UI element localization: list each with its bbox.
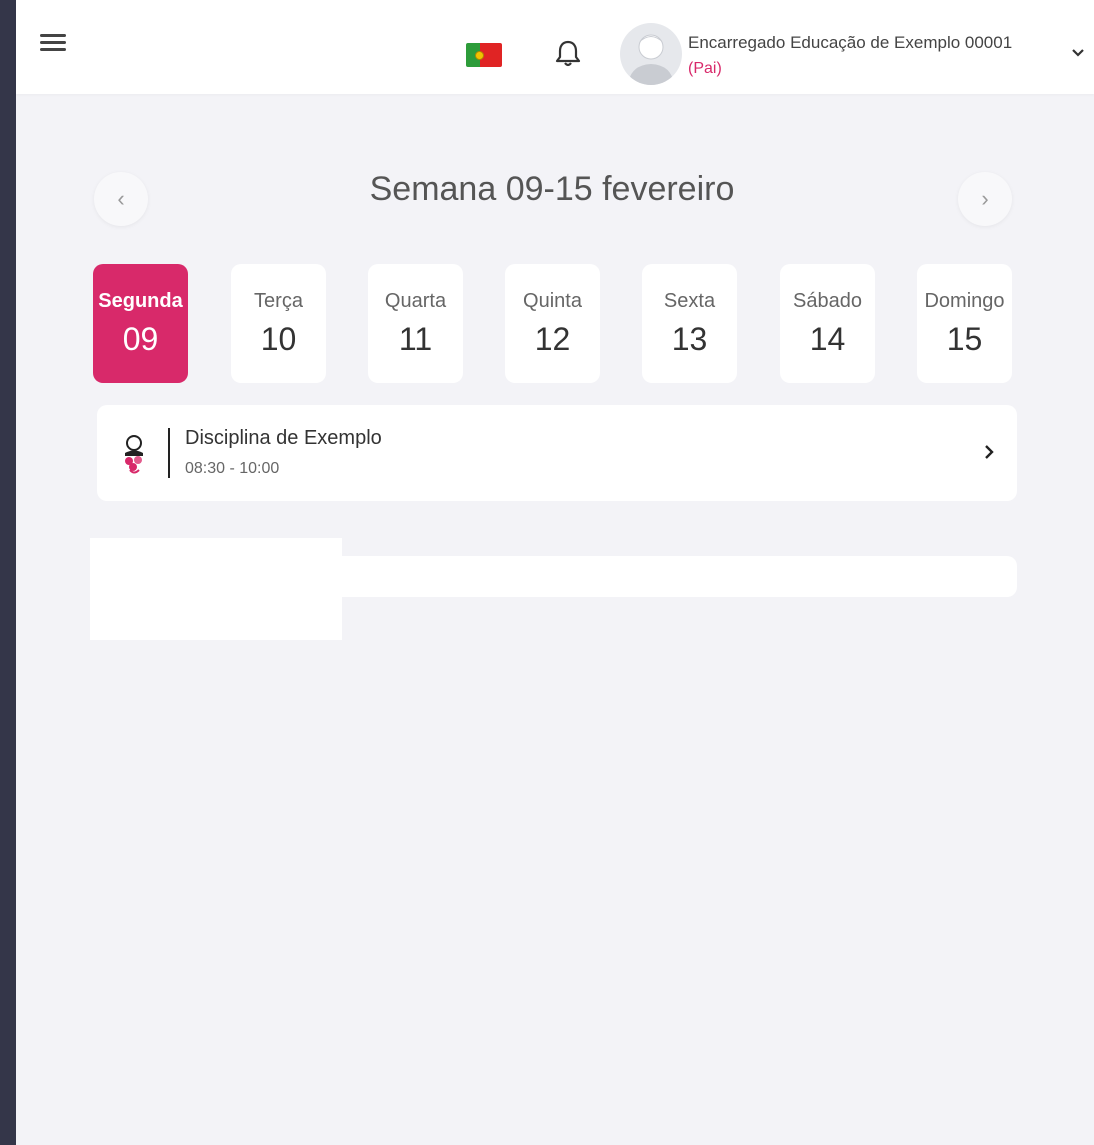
day-name: Sábado <box>793 290 862 312</box>
day-sexta[interactable]: Sexta 13 <box>642 264 737 383</box>
placeholder-block <box>90 538 342 640</box>
day-name: Quinta <box>523 290 582 312</box>
day-date: 09 <box>122 321 159 357</box>
chevron-down-icon[interactable] <box>1070 46 1086 58</box>
day-name: Sexta <box>663 290 716 312</box>
placeholder-bar <box>340 556 1017 597</box>
day-name: Segunda <box>98 290 183 312</box>
user-avatar-icon[interactable] <box>620 23 682 85</box>
user-name[interactable]: Encarregado Educação de Exemplo 00001 <box>688 33 1012 53</box>
lesson-card[interactable]: Disciplina de Exemplo 08:30 - 10:00 <box>97 405 1017 501</box>
day-segunda[interactable]: Segunda 09 <box>93 264 188 383</box>
day-sabado[interactable]: Sábado 14 <box>780 264 875 383</box>
lesson-time: 08:30 - 10:00 <box>185 460 280 477</box>
day-name: Domingo <box>924 290 1005 312</box>
lesson-title: Disciplina de Exemplo <box>185 427 382 449</box>
day-quinta[interactable]: Quinta 12 <box>505 264 600 383</box>
day-name: Quarta <box>384 290 447 312</box>
chevron-right-icon[interactable] <box>983 443 995 461</box>
day-name: Terça <box>254 290 303 312</box>
day-date: 15 <box>946 321 983 357</box>
day-domingo[interactable]: Domingo 15 <box>917 264 1012 383</box>
hamburger-icon[interactable] <box>40 34 66 56</box>
portugal-flag-icon[interactable] <box>466 43 502 67</box>
day-quarta[interactable]: Quarta 11 <box>368 264 463 383</box>
day-date: 12 <box>534 321 571 357</box>
user-role: (Pai) <box>688 60 722 77</box>
sidebar-strip <box>0 0 16 1145</box>
top-bar: Encarregado Educação de Exemplo 00001 (P… <box>16 0 1094 94</box>
prev-week-button[interactable]: ‹ <box>94 172 148 226</box>
teacher-icon <box>119 429 149 477</box>
day-date: 13 <box>671 321 708 357</box>
next-week-button[interactable]: › <box>958 172 1012 226</box>
day-date: 14 <box>809 321 846 357</box>
day-date: 11 <box>398 321 433 357</box>
bell-icon[interactable] <box>554 38 582 70</box>
day-terca[interactable]: Terça 10 <box>231 264 326 383</box>
week-title: Semana 09-15 fevereiro <box>369 170 735 208</box>
day-date: 10 <box>260 321 297 357</box>
divider <box>168 428 170 478</box>
